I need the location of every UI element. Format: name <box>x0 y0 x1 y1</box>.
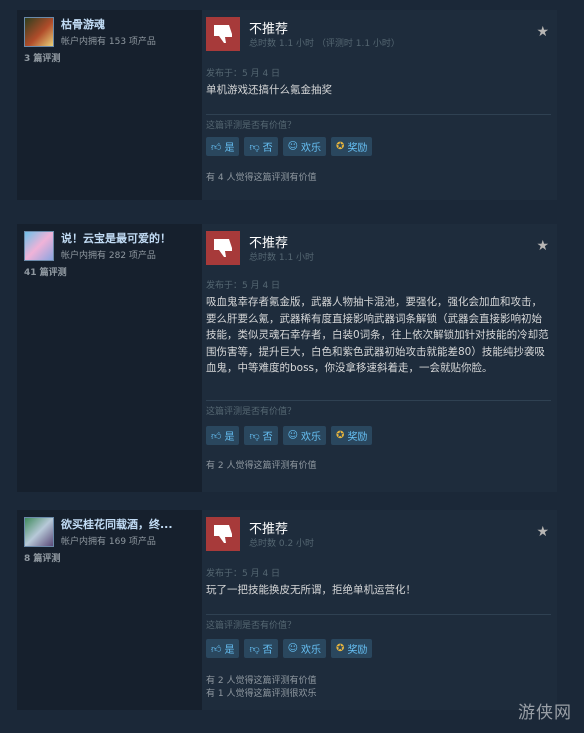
vote-no-button[interactable]: 👎︎ 否 <box>244 137 278 156</box>
vote-buttons: 👍︎ 是 👎︎ 否 ☺ 欢乐 ✪ 奖励 <box>206 639 373 658</box>
award-button[interactable]: ✪ 奖励 <box>331 426 373 445</box>
review-text: 单机游戏还搞什么氪金抽奖 <box>206 84 332 96</box>
review-count[interactable]: 41 篇评测 <box>24 265 67 278</box>
posted-date: 发布于：5 月 4 日 <box>206 569 281 579</box>
divider <box>206 114 551 115</box>
review-body-panel: 不推荐 总时数 1.1 小时 ★ 发布于：5 月 4 日 吸血鬼幸存者氪金版，武… <box>202 224 557 492</box>
divider <box>206 400 551 401</box>
vote-buttons: 👍︎ 是 👎︎ 否 ☺ 欢乐 ✪ 奖励 <box>206 426 373 445</box>
reviewer-panel: 欲买桂花同载酒，终... 帐户内拥有 169 项产品 8 篇评测 <box>17 510 202 710</box>
thumbs-up-icon: 👍︎ <box>211 141 222 153</box>
review-count[interactable]: 8 篇评测 <box>24 551 60 564</box>
posted-date: 发布于：5 月 4 日 <box>206 281 281 291</box>
star-icon[interactable]: ★ <box>536 24 549 40</box>
review-text: 吸血鬼幸存者氪金版，武器人物抽卡混池，要强化，强化会加血和攻击，要么肝要么氪，武… <box>206 296 549 374</box>
reviewer-name[interactable]: 枯骨游魂 <box>61 16 105 32</box>
reviewer-panel: 说！云宝是最可爱的！ 帐户内拥有 282 项产品 41 篇评测 <box>17 224 202 492</box>
avatar[interactable] <box>24 517 54 547</box>
award-button[interactable]: ✪ 奖励 <box>331 137 373 156</box>
reviewer-panel: 枯骨游魂 帐户内拥有 153 项产品 3 篇评测 <box>17 10 202 200</box>
thumbs-down-icon <box>206 517 240 551</box>
funny-count: 有 1 人觉得这篇评测很欢乐 <box>206 689 317 699</box>
award-button[interactable]: ✪ 奖励 <box>331 639 373 658</box>
vote-funny-button[interactable]: ☺ 欢乐 <box>282 426 327 445</box>
thumbs-down-icon: 👎︎ <box>249 643 260 655</box>
review-card: 说！云宝是最可爱的！ 帐户内拥有 282 项产品 41 篇评测 不推荐 总时数 … <box>17 224 557 492</box>
playtime: 总时数 0.2 小时 <box>249 539 315 549</box>
helpful-count: 有 2 人觉得这篇评测有价值 <box>206 676 317 686</box>
star-icon[interactable]: ★ <box>536 238 549 254</box>
award-icon: ✪ <box>336 643 345 654</box>
vote-no-button[interactable]: 👎︎ 否 <box>244 639 278 658</box>
review-card: 欲买桂花同载酒，终... 帐户内拥有 169 项产品 8 篇评测 不推荐 总时数… <box>17 510 557 710</box>
review-body-panel: 不推荐 总时数 1.1 小时 （评测时 1.1 小时） ★ 发布于：5 月 4 … <box>202 10 557 200</box>
vote-yes-button[interactable]: 👍︎ 是 <box>206 426 240 445</box>
products-owned[interactable]: 帐户内拥有 282 项产品 <box>61 248 156 261</box>
reviewer-name[interactable]: 说！云宝是最可爱的！ <box>61 230 171 246</box>
playtime: 总时数 1.1 小时 （评测时 1.1 小时） <box>249 39 400 49</box>
review-body-panel: 不推荐 总时数 0.2 小时 ★ 发布于：5 月 4 日 玩了一把技能换皮无所谓… <box>202 510 557 710</box>
award-icon: ✪ <box>336 430 345 441</box>
verdict-title[interactable]: 不推荐 <box>249 18 288 37</box>
helpful-count: 有 2 人觉得这篇评测有价值 <box>206 461 317 471</box>
avatar[interactable] <box>24 17 54 47</box>
thumbs-down-icon: 👎︎ <box>249 141 260 153</box>
watermark-logo: 游侠网 <box>518 703 572 723</box>
helpful-count: 有 4 人觉得这篇评测有价值 <box>206 173 317 183</box>
thumbs-down-icon: 👎︎ <box>249 430 260 442</box>
thumbs-down-icon <box>206 231 240 265</box>
award-icon: ✪ <box>336 141 345 152</box>
smiley-icon: ☺ <box>287 141 299 152</box>
smiley-icon: ☺ <box>287 430 299 441</box>
review-count[interactable]: 3 篇评测 <box>24 51 60 64</box>
products-owned[interactable]: 帐户内拥有 169 项产品 <box>61 534 156 547</box>
vote-funny-button[interactable]: ☺ 欢乐 <box>282 137 327 156</box>
verdict-title[interactable]: 不推荐 <box>249 232 288 251</box>
products-owned[interactable]: 帐户内拥有 153 项产品 <box>61 34 156 47</box>
vote-funny-button[interactable]: ☺ 欢乐 <box>282 639 327 658</box>
divider <box>206 614 551 615</box>
playtime: 总时数 1.1 小时 <box>249 253 315 263</box>
vote-no-button[interactable]: 👎︎ 否 <box>244 426 278 445</box>
posted-date: 发布于：5 月 4 日 <box>206 69 281 79</box>
smiley-icon: ☺ <box>287 643 299 654</box>
vote-yes-button[interactable]: 👍︎ 是 <box>206 639 240 658</box>
verdict-title[interactable]: 不推荐 <box>249 518 288 537</box>
thumbs-down-icon <box>206 17 240 51</box>
vote-buttons: 👍︎ 是 👎︎ 否 ☺ 欢乐 ✪ 奖励 <box>206 137 373 156</box>
star-icon[interactable]: ★ <box>536 524 549 540</box>
vote-yes-button[interactable]: 👍︎ 是 <box>206 137 240 156</box>
reviewer-name[interactable]: 欲买桂花同载酒，终... <box>61 516 173 532</box>
review-text: 玩了一把技能换皮无所谓，拒绝单机运营化！ <box>206 584 416 596</box>
avatar[interactable] <box>24 231 54 261</box>
thumbs-up-icon: 👍︎ <box>211 430 222 442</box>
helpful-question: 这篇评测是否有价值？ <box>206 407 297 417</box>
helpful-question: 这篇评测是否有价值？ <box>206 621 297 631</box>
helpful-question: 这篇评测是否有价值？ <box>206 121 297 131</box>
thumbs-up-icon: 👍︎ <box>211 643 222 655</box>
review-card: 枯骨游魂 帐户内拥有 153 项产品 3 篇评测 不推荐 总时数 1.1 小时 … <box>17 10 557 200</box>
